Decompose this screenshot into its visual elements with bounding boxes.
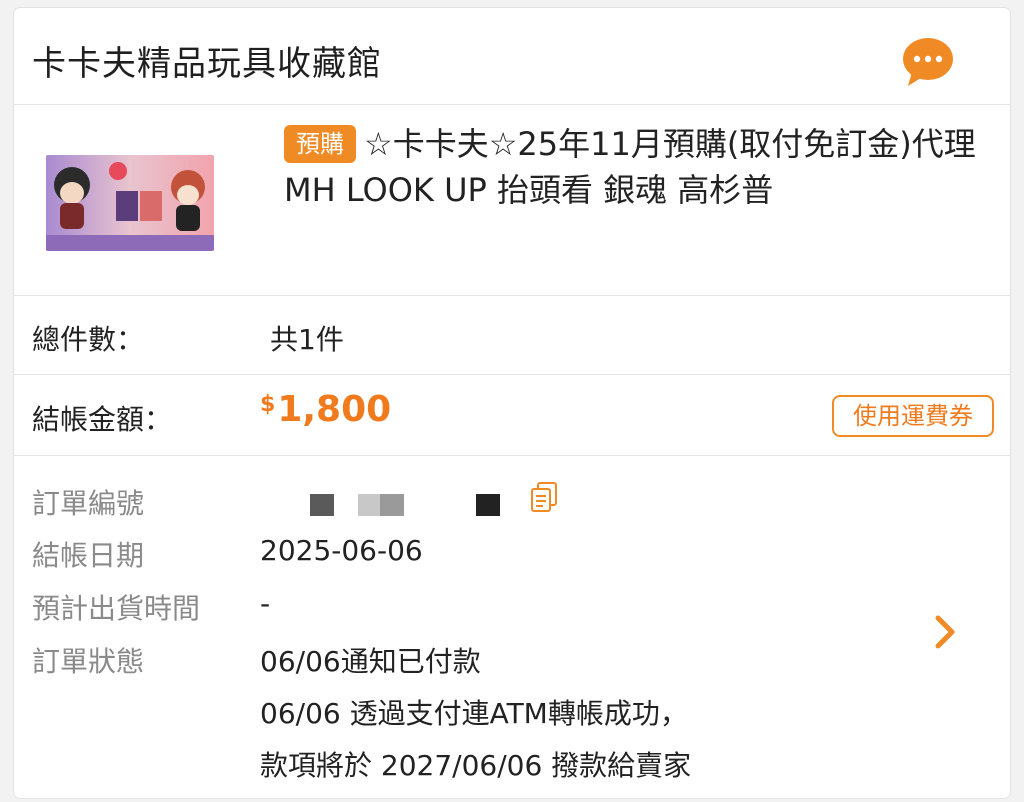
product-item[interactable]: 預購 ☆卡卡夫☆25年11月預購(取付免訂金)代理 MH LOOK UP 抬頭看 … — [14, 105, 1010, 296]
item-count-label: 總件數： — [32, 323, 145, 356]
total-label: 結帳金額： — [32, 403, 173, 436]
shop-header: 卡卡夫精品玩具收藏館 — [14, 8, 1010, 105]
preorder-badge: 預購 — [284, 125, 356, 163]
item-count-row: 總件數： 共1件 — [14, 296, 1010, 375]
ship-time-value: - — [260, 587, 271, 620]
total-price: $1,800 — [260, 389, 391, 430]
order-details[interactable]: 訂單編號 結帳日期 2025-06-06 預計出貨時間 - 訂單狀態 06/06… — [14, 456, 1010, 798]
shipping-coupon-button[interactable]: 使用運費券 — [832, 395, 994, 437]
product-title[interactable]: 預購 ☆卡卡夫☆25年11月預購(取付免訂金)代理 MH LOOK UP 抬頭看 … — [284, 121, 984, 213]
order-status-line: 款項將於 2027/06/06 撥款給賣家 — [260, 749, 692, 782]
copy-icon[interactable] — [528, 480, 562, 514]
product-title-text: ☆卡卡夫☆25年11月預購(取付免訂金)代理 MH LOOK UP 抬頭看 銀魂… — [284, 125, 976, 209]
order-card: 卡卡夫精品玩具收藏館 預購 ☆卡卡夫☆25年11月預購(取付免訂金)代理 MH … — [14, 8, 1010, 798]
order-number-label: 訂單編號 — [32, 487, 145, 520]
total-row: 結帳金額： $1,800 使用運費券 — [14, 375, 1010, 456]
chat-bubble-icon[interactable] — [900, 36, 956, 88]
checkout-date-value: 2025-06-06 — [260, 534, 423, 567]
order-status-line: 06/06 透過支付連ATM轉帳成功， — [260, 697, 688, 730]
ship-time-label: 預計出貨時間 — [32, 592, 201, 625]
product-thumbnail[interactable] — [46, 155, 214, 251]
item-count-value: 共1件 — [270, 323, 344, 356]
shop-name[interactable]: 卡卡夫精品玩具收藏館 — [32, 36, 382, 85]
chevron-right-icon[interactable] — [932, 612, 960, 652]
order-status-label: 訂單狀態 — [32, 645, 145, 678]
total-amount: 1,800 — [277, 389, 392, 430]
currency-symbol: $ — [260, 392, 276, 417]
checkout-date-label: 結帳日期 — [32, 539, 145, 572]
order-status-line: 06/06通知已付款 — [260, 645, 481, 678]
